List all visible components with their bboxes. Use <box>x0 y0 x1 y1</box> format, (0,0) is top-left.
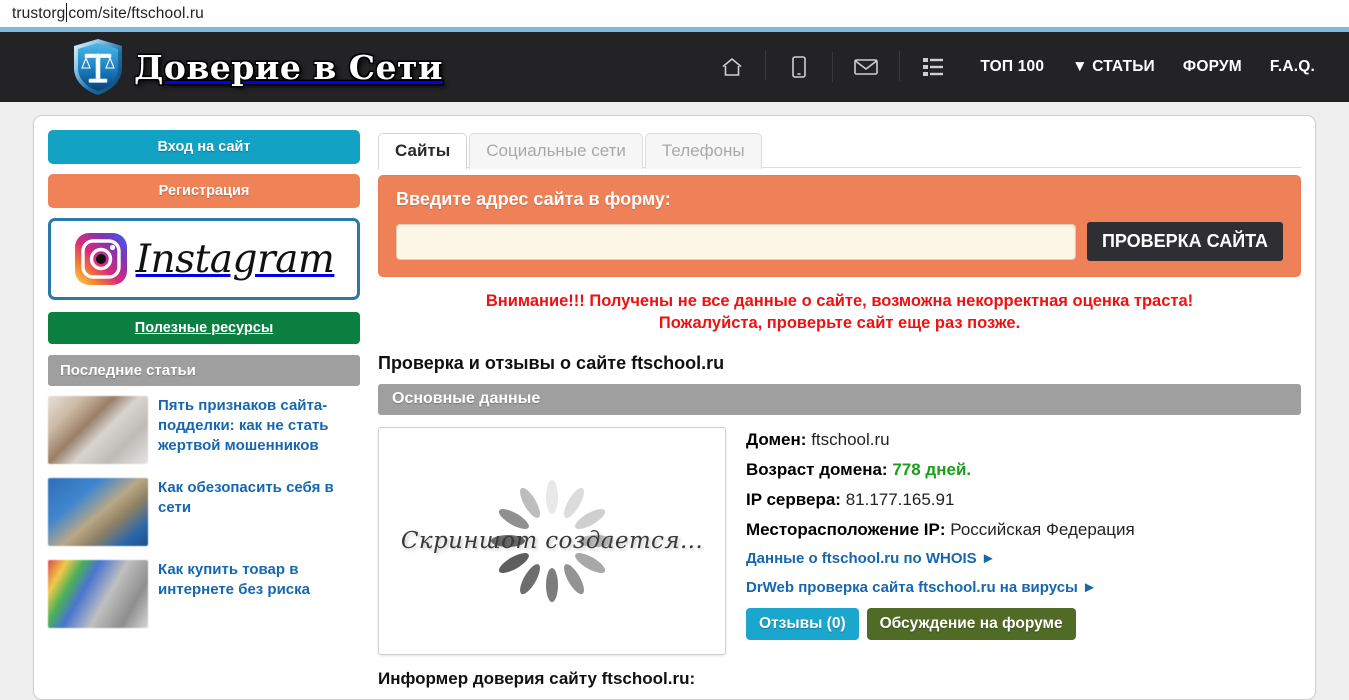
detail-age-label: Возраст домена: <box>746 459 888 479</box>
detail-domain-label: Домен: <box>746 429 807 449</box>
article-thumbnail <box>48 396 148 464</box>
tab-sites[interactable]: Сайты <box>378 133 468 169</box>
whois-link[interactable]: Данные о ftschool.ru по WHOIS ► <box>746 550 1135 567</box>
article-thumbnail <box>48 560 148 628</box>
detail-location-value: Российская Федерация <box>950 520 1135 540</box>
login-button[interactable]: Вход на сайт <box>48 130 360 164</box>
screenshot-status-text: Скриншот создается... <box>400 527 704 554</box>
nav-link-articles[interactable]: ▼ СТАТЬИ <box>1058 58 1169 76</box>
check-site-button[interactable]: ПРОВЕРКА САЙТА <box>1086 222 1283 261</box>
warning-line-1: Внимание!!! Получены не все данные о сай… <box>485 292 1194 310</box>
article-thumbnail <box>48 478 148 546</box>
instagram-wordmark: Instagram <box>135 236 335 282</box>
list-icon[interactable] <box>899 51 966 81</box>
detail-ip-label: IP сервера: <box>746 490 841 510</box>
forum-discussion-button[interactable]: Обсуждение на форуме <box>866 607 1076 640</box>
detail-domain-value: ftschool.ru <box>811 429 890 449</box>
reviews-button[interactable]: Отзывы (0) <box>746 607 859 640</box>
main-data-area: Скриншот создается... Домен: ftschool.ru… <box>378 426 1301 655</box>
instagram-icon <box>74 232 128 286</box>
latest-articles-header: Последние статьи <box>48 355 360 386</box>
warning-line-2: Пожалуйста, проверьте сайт еще раз позже… <box>658 313 1021 332</box>
site-logo-text: Доверие в Сети <box>134 47 443 87</box>
detail-domain: Домен: ftschool.ru <box>746 429 1135 450</box>
tab-bar: Сайты Социальные сети Телефоны <box>378 130 1301 169</box>
article-title-link[interactable]: Как купить товар в интернете без риска <box>158 560 360 628</box>
mobile-icon[interactable] <box>765 50 832 80</box>
detail-domain-age: Возраст домена: 778 дней. <box>746 459 1135 480</box>
sidebar: Вход на сайт Регистрация Instagram Полез… <box>48 130 368 699</box>
register-button[interactable]: Регистрация <box>48 174 360 208</box>
envelope-icon[interactable] <box>832 52 899 82</box>
screenshot-placeholder: Скриншот создается... <box>378 426 726 655</box>
url-text-before-caret: trustorg <box>12 4 66 22</box>
form-row: ПРОВЕРКА САЙТА <box>396 222 1283 261</box>
list-item[interactable]: Пять признаков сайта-подделки: как не ст… <box>48 396 360 464</box>
informer-title: Информер доверия сайту ftschool.ru: <box>378 668 696 688</box>
detail-location-label: Месторасположение IP: <box>746 520 946 540</box>
main-column: Сайты Социальные сети Телефоны Введите а… <box>368 130 1301 699</box>
content-container: Вход на сайт Регистрация Instagram Полез… <box>33 115 1316 700</box>
detail-age-value: 778 дней. <box>892 459 972 479</box>
detail-ip-location: Месторасположение IP: Российская Федерац… <box>746 519 1135 540</box>
domain-details: Домен: ftschool.ru Возраст домена: 778 д… <box>746 427 1135 655</box>
detail-ip-value: 81.177.165.91 <box>845 490 955 510</box>
home-icon[interactable] <box>698 57 765 77</box>
drweb-virus-check-link[interactable]: DrWeb проверка сайта ftschool.ru на виру… <box>746 579 1135 596</box>
list-item[interactable]: Как купить товар в интернете без риска <box>48 560 360 628</box>
site-address-input[interactable] <box>396 223 1076 260</box>
article-title-link[interactable]: Пять признаков сайта-подделки: как не ст… <box>158 396 360 464</box>
shield-logo-icon <box>72 38 124 96</box>
detail-server-ip: IP сервера: 81.177.165.91 <box>746 489 1135 510</box>
site-logo[interactable]: Доверие в Сети <box>72 38 443 96</box>
tab-phones[interactable]: Телефоны <box>644 133 762 169</box>
article-title-link[interactable]: Как обезопасить себя в сети <box>158 478 360 546</box>
nav-link-forum[interactable]: ФОРУМ <box>1169 58 1256 76</box>
browser-url-bar[interactable]: trustorg com/site/ftschool.ru <box>0 0 1349 27</box>
site-check-form: Введите адрес сайта в форму: ПРОВЕРКА СА… <box>378 175 1301 277</box>
form-label: Введите адрес сайта в форму: <box>396 189 671 209</box>
instagram-banner[interactable]: Instagram <box>48 218 360 300</box>
text-caret <box>66 3 68 22</box>
site-header: Доверие в Сети ТОП 100 ▼ СТАТЬИ ФОРУМ F.… <box>0 32 1349 102</box>
page-background: Вход на сайт Регистрация Instagram Полез… <box>0 102 1349 700</box>
warning-message: Внимание!!! Получены не все данные о сай… <box>378 291 1301 335</box>
tab-social-networks[interactable]: Социальные сети <box>469 133 643 169</box>
nav-link-faq[interactable]: F.A.Q. <box>1256 58 1329 76</box>
main-navigation: ТОП 100 ▼ СТАТЬИ ФОРУМ F.A.Q. <box>698 50 1329 82</box>
list-item[interactable]: Как обезопасить себя в сети <box>48 478 360 546</box>
useful-resources-link[interactable]: Полезные ресурсы <box>48 312 360 344</box>
detail-buttons: Отзывы (0) Обсуждение на форуме <box>746 607 1135 640</box>
section-header-main-data: Основные данные <box>378 383 1301 415</box>
page-title: Проверка и отзывы о сайте ftschool.ru <box>378 352 725 373</box>
url-text-after-caret: com/site/ftschool.ru <box>68 4 204 22</box>
nav-link-top100[interactable]: ТОП 100 <box>966 58 1058 76</box>
